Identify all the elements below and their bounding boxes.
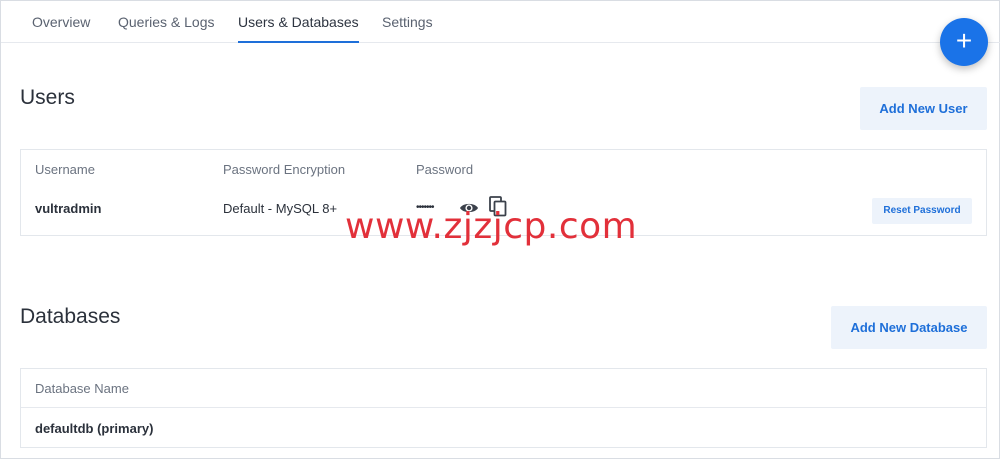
- column-header-password: Password: [416, 162, 474, 177]
- tab-settings[interactable]: Settings: [382, 1, 433, 43]
- column-header-database-name: Database Name: [35, 381, 129, 396]
- tab-overview[interactable]: Overview: [32, 1, 90, 43]
- column-header-username: Username: [35, 162, 95, 177]
- add-new-database-button[interactable]: Add New Database: [831, 306, 987, 349]
- column-header-password-encryption: Password Encryption: [223, 162, 346, 177]
- databases-table: Database Name defaultdb (primary): [20, 368, 987, 448]
- plus-icon: +: [955, 25, 973, 56]
- add-fab-button[interactable]: +: [940, 18, 988, 66]
- users-section-title: Users: [20, 86, 75, 109]
- watermark-text: www.zjzjcp.com: [345, 206, 638, 247]
- encryption-cell: Default - MySQL 8+: [223, 201, 338, 216]
- app-frame: Overview Queries & Logs Users & Database…: [0, 0, 1000, 459]
- tab-users-databases[interactable]: Users & Databases: [238, 1, 359, 43]
- reset-password-button[interactable]: Reset Password: [872, 198, 972, 224]
- database-name-cell: defaultdb (primary): [35, 421, 154, 436]
- add-new-user-button[interactable]: Add New User: [860, 87, 987, 130]
- username-cell: vultradmin: [35, 201, 102, 216]
- tab-queries-logs[interactable]: Queries & Logs: [118, 1, 215, 43]
- databases-section-title: Databases: [20, 305, 121, 328]
- tab-bar: Overview Queries & Logs Users & Database…: [1, 1, 1000, 43]
- table-divider: [21, 407, 986, 408]
